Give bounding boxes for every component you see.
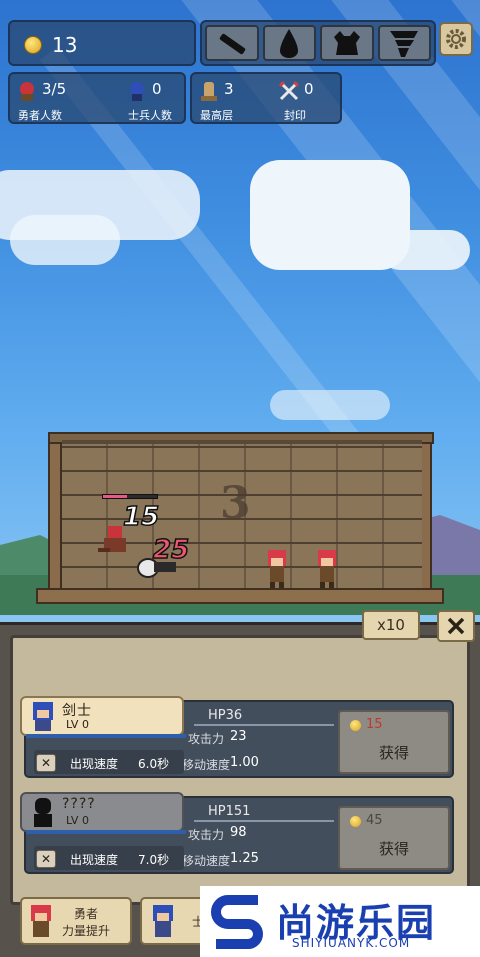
- cloud: [270, 390, 390, 420]
- gold-coin-icon: [350, 816, 361, 827]
- close-icon: [447, 617, 465, 635]
- settings-button[interactable]: [439, 22, 473, 56]
- tool-bar: [200, 20, 436, 66]
- close-button[interactable]: [437, 610, 475, 642]
- tornado-icon[interactable]: [377, 25, 431, 61]
- watermark: 尚游乐园 SHIYIUANYK.COM: [200, 886, 480, 957]
- buy-label: 获得: [378, 744, 409, 762]
- tab-line1: 勇者: [74, 907, 99, 921]
- gear-icon: [446, 29, 466, 49]
- water-drop-icon[interactable]: [262, 25, 316, 61]
- hero-head-icon: [31, 905, 51, 937]
- top-floor-value: 3: [224, 80, 234, 98]
- damage-number-white: 15: [122, 501, 160, 533]
- soldier-head-icon: [130, 82, 144, 101]
- watermark-logo: [211, 895, 263, 949]
- spawn-speed-label: 出现速度: [70, 853, 119, 867]
- unit-count-panel: 3/5 勇者人数 0 士兵人数: [8, 72, 186, 124]
- progress-panel: 3 最高层 0 封印: [190, 72, 342, 124]
- hero-head-icon: [20, 82, 34, 101]
- move-speed-label: 移动速度: [182, 758, 231, 772]
- buy-button[interactable]: 15 获得: [338, 710, 450, 774]
- gold-coin-icon: [350, 720, 361, 731]
- close-icon[interactable]: ✕: [36, 850, 56, 868]
- unit-card-swordsman: 剑士 LV 0 HP36 攻击力 23 移动速度 1.00 ✕ 出现速度 6.0…: [20, 696, 454, 778]
- attack-value: 23: [230, 729, 247, 744]
- soldier-head-icon: [153, 905, 173, 937]
- monster-silhouette-icon[interactable]: [320, 25, 374, 61]
- enemy-hp-bar: [102, 494, 158, 499]
- tower-icon: [201, 82, 217, 101]
- unit-xp-bar: [26, 830, 186, 834]
- multiplier-button[interactable]: x10: [362, 610, 420, 640]
- unit-hp: HP36: [208, 708, 243, 723]
- move-speed-value: 1.00: [230, 755, 259, 770]
- tab-line2: 力量提升: [62, 924, 111, 938]
- top-floor-label: 最高层: [200, 109, 233, 122]
- unit-xp-bar: [26, 734, 186, 738]
- unit-card-locked: ???? LV 0 HP151 攻击力 98 移动速度 1.25 ✕ 出现速度 …: [20, 792, 454, 874]
- buy-price: 45: [366, 813, 383, 828]
- enemy-hp-fill: [103, 495, 128, 498]
- cloud: [380, 230, 470, 270]
- close-icon[interactable]: ✕: [36, 754, 56, 772]
- unit-name: 剑士: [62, 703, 92, 719]
- cloud: [10, 215, 120, 265]
- gold-coin-icon: [24, 36, 42, 54]
- hero-count-label: 勇者人数: [18, 109, 62, 122]
- buy-button[interactable]: 45 获得: [338, 806, 450, 870]
- stick-icon[interactable]: [205, 25, 259, 61]
- buy-price: 15: [366, 717, 383, 732]
- crossed-swords-icon: [278, 80, 300, 101]
- unit-hp: HP151: [208, 804, 251, 819]
- move-speed-label: 移动速度: [182, 854, 231, 868]
- unit-hp-divider: [194, 724, 334, 726]
- locked-unit-avatar: [34, 798, 52, 827]
- tab-hero-power[interactable]: 勇者 力量提升: [20, 897, 132, 945]
- watermark-subtitle: SHIYIUANYK.COM: [292, 936, 411, 950]
- attack-label: 攻击力: [188, 732, 225, 746]
- move-speed-value: 1.25: [230, 851, 259, 866]
- unit-header[interactable]: ???? LV 0: [20, 792, 186, 834]
- soldier-count-label: 士兵人数: [128, 109, 172, 122]
- seal-value: 0: [304, 80, 314, 98]
- swordsman-avatar: [33, 702, 53, 731]
- gold-counter: 13: [8, 20, 196, 66]
- hero-sprite[interactable]: [312, 548, 342, 590]
- damage-number-pink: 25: [152, 534, 190, 566]
- unit-header[interactable]: 剑士 LV 0: [20, 696, 186, 738]
- unit-level: LV 0: [66, 814, 89, 827]
- attack-value: 98: [230, 825, 247, 840]
- spawn-speed-value: 7.0秒: [138, 853, 170, 867]
- buy-label: 获得: [378, 840, 409, 858]
- spawn-speed-value: 6.0秒: [138, 757, 170, 771]
- attack-label: 攻击力: [188, 828, 225, 842]
- multiplier-label: x10: [377, 616, 405, 634]
- hero-count: 3/5: [42, 80, 67, 98]
- gold-value: 13: [52, 33, 78, 57]
- floor-plank: [36, 588, 444, 604]
- unit-level: LV 0: [66, 718, 89, 731]
- spawn-speed-label: 出现速度: [70, 757, 119, 771]
- unit-name: ????: [62, 796, 96, 812]
- seal-label: 封印: [284, 109, 306, 122]
- unit-hp-divider: [194, 820, 334, 822]
- soldier-count: 0: [152, 80, 162, 98]
- hero-sprite[interactable]: [262, 548, 292, 590]
- wall-floor-number: 3: [220, 478, 251, 529]
- wall-post: [48, 436, 62, 604]
